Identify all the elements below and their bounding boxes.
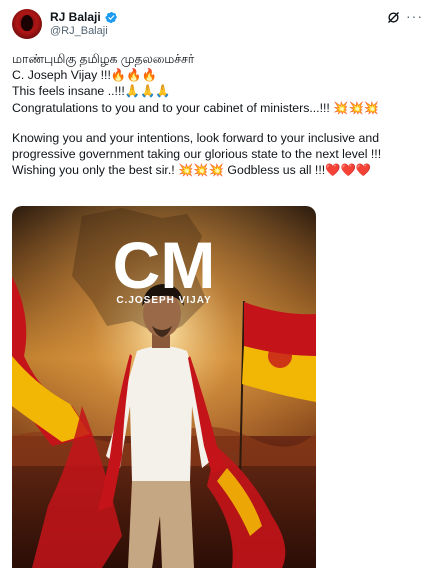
poster-title: CM [113,228,216,302]
post-line: This feels insane ..!!!🙏🙏🙏 [12,84,171,99]
post-line: C. Joseph Vijay !!!🔥🔥🔥 [12,68,157,83]
more-options-icon[interactable]: ··· [406,9,423,23]
post-image[interactable]: CM C.JOSEPH VIJAY [12,206,316,568]
tweet: RJ Balaji @RJ_Balaji ··· மாண்புமிகு தமிழ… [0,0,437,568]
post-line: progressive government taking our glorio… [12,147,382,162]
post-line: Wishing you only the best sir.! 💥💥💥 Godb… [12,163,372,178]
author-handle[interactable]: @RJ_Balaji [50,25,108,37]
post-line: மாண்புமிகு தமிழக முதலமைச்சர் [12,52,195,66]
post-line: Knowing you and your intentions, look fo… [12,130,380,145]
post-line: Congratulations to you and to your cabin… [12,100,380,115]
post-text: மாண்புமிகு தமிழக முதலமைச்சர் C. Joseph V… [12,51,427,178]
poster-subtitle: C.JOSEPH VIJAY [116,295,211,306]
verified-badge-icon [105,11,117,23]
grok-icon[interactable] [386,10,401,25]
author-name[interactable]: RJ Balaji [50,10,101,24]
author-row: RJ Balaji [50,10,118,24]
avatar[interactable] [12,9,42,39]
avatar-face [21,15,33,31]
poster-artwork: CM C.JOSEPH VIJAY [12,206,316,568]
